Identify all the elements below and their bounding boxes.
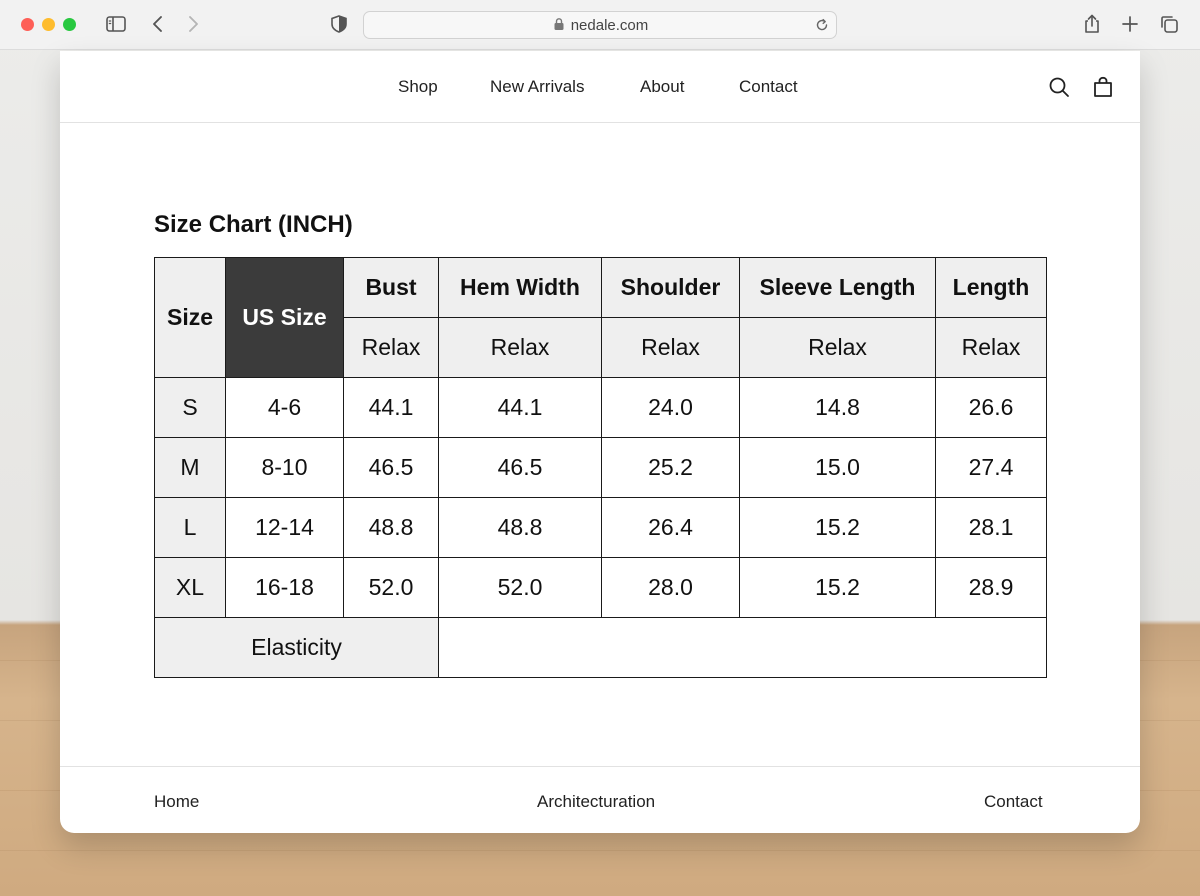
zoom-window-button[interactable]	[63, 18, 76, 31]
browser-toolbar: nedale.com	[0, 0, 1200, 50]
elasticity-value	[438, 617, 1047, 678]
hem-width-cell: 52.0	[438, 557, 602, 618]
nav-link-new-arrivals[interactable]: New Arrivals	[490, 77, 584, 97]
nav-link-shop[interactable]: Shop	[398, 77, 438, 97]
bust-cell: 46.5	[343, 437, 439, 498]
reload-icon[interactable]	[814, 17, 830, 33]
header-hem-width: Hem Width	[438, 257, 602, 318]
page-title: Size Chart (INCH)	[154, 211, 353, 238]
size-cell: XL	[154, 557, 226, 618]
elasticity-label: Elasticity	[154, 617, 439, 678]
sleeve-length-cell: 15.2	[739, 557, 936, 618]
fit-label: Relax	[343, 317, 439, 378]
hem-width-cell: 44.1	[438, 377, 602, 438]
search-icon[interactable]	[1047, 75, 1071, 99]
footer-link-contact[interactable]: Contact	[984, 792, 1043, 812]
share-icon[interactable]	[1080, 12, 1104, 36]
footer-link-home[interactable]: Home	[154, 792, 199, 812]
us-size-cell: 8-10	[225, 437, 344, 498]
shoulder-cell: 28.0	[601, 557, 740, 618]
table-row: S 4-6 44.1 44.1 24.0 14.8 26.6	[154, 377, 1047, 438]
table-row: M 8-10 46.5 46.5 25.2 15.0 27.4	[154, 437, 1047, 498]
length-cell: 28.9	[935, 557, 1047, 618]
sleeve-length-cell: 15.0	[739, 437, 936, 498]
fit-label: Relax	[739, 317, 936, 378]
hem-width-cell: 48.8	[438, 497, 602, 558]
sleeve-length-cell: 15.2	[739, 497, 936, 558]
fit-label: Relax	[601, 317, 740, 378]
new-tab-icon[interactable]	[1118, 12, 1142, 36]
url-text: nedale.com	[570, 16, 649, 34]
shoulder-cell: 24.0	[601, 377, 740, 438]
header-length: Length	[935, 257, 1047, 318]
sleeve-length-cell: 14.8	[739, 377, 936, 438]
us-size-cell: 16-18	[225, 557, 344, 618]
table-row: L 12-14 48.8 48.8 26.4 15.2 28.1	[154, 497, 1047, 558]
tabs-overview-icon[interactable]	[1157, 12, 1181, 36]
site-navigation: Shop New Arrivals About Contact	[60, 51, 1140, 123]
footer-link-architecturation[interactable]: Architecturation	[537, 792, 655, 812]
back-icon[interactable]	[146, 12, 170, 36]
sidebar-icon[interactable]	[104, 12, 128, 36]
web-page: Shop New Arrivals About Contact Size Cha…	[60, 51, 1140, 833]
bust-cell: 48.8	[343, 497, 439, 558]
nav-link-contact[interactable]: Contact	[739, 77, 798, 97]
nav-link-about[interactable]: About	[640, 77, 684, 97]
close-window-button[interactable]	[21, 18, 34, 31]
elasticity-row: Elasticity	[154, 617, 1047, 678]
us-size-cell: 4-6	[225, 377, 344, 438]
header-bust: Bust	[343, 257, 439, 318]
size-cell: S	[154, 377, 226, 438]
fit-label: Relax	[438, 317, 602, 378]
size-chart-table: Size US Size Bust Hem Width Shoulder Sle…	[154, 257, 1047, 678]
shoulder-cell: 26.4	[601, 497, 740, 558]
header-sleeve-length: Sleeve Length	[739, 257, 936, 318]
bust-cell: 44.1	[343, 377, 439, 438]
address-bar[interactable]: nedale.com	[363, 11, 837, 39]
us-size-cell: 12-14	[225, 497, 344, 558]
bag-icon[interactable]	[1091, 75, 1115, 99]
header-us-size: US Size	[225, 257, 344, 378]
size-cell: L	[154, 497, 226, 558]
bust-cell: 52.0	[343, 557, 439, 618]
hem-width-cell: 46.5	[438, 437, 602, 498]
size-cell: M	[154, 437, 226, 498]
length-cell: 27.4	[935, 437, 1047, 498]
lock-icon	[554, 18, 564, 30]
header-size: Size	[154, 257, 226, 378]
table-row: XL 16-18 52.0 52.0 28.0 15.2 28.9	[154, 557, 1047, 618]
shield-icon[interactable]	[327, 12, 351, 36]
minimize-window-button[interactable]	[42, 18, 55, 31]
site-footer: Home Architecturation Contact	[60, 766, 1140, 833]
length-cell: 26.6	[935, 377, 1047, 438]
length-cell: 28.1	[935, 497, 1047, 558]
fit-label: Relax	[935, 317, 1047, 378]
table-header-row: Size US Size Bust Hem Width Shoulder Sle…	[154, 257, 1047, 378]
forward-icon[interactable]	[181, 12, 205, 36]
shoulder-cell: 25.2	[601, 437, 740, 498]
header-shoulder: Shoulder	[601, 257, 740, 318]
